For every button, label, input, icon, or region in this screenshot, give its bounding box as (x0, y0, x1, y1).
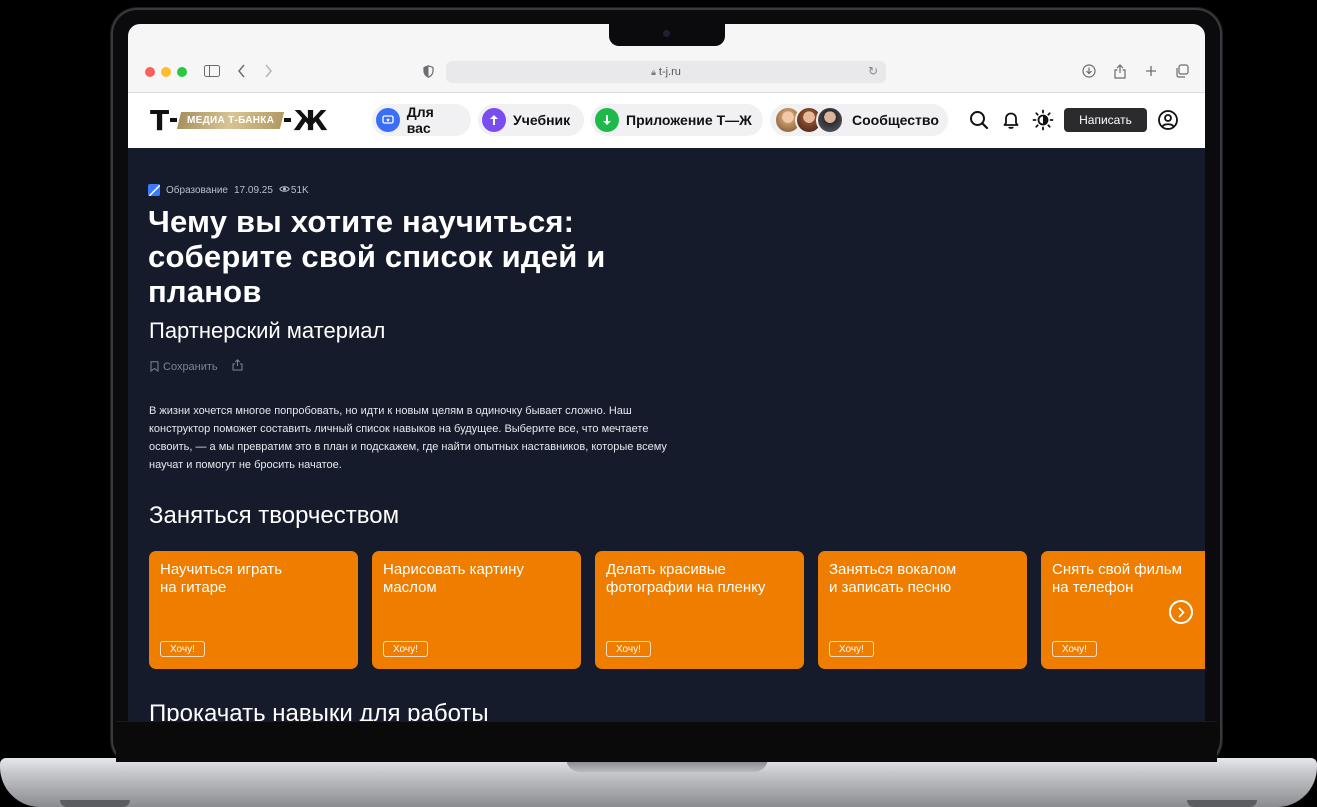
want-button[interactable]: Хочу! (1052, 641, 1097, 657)
back-icon[interactable] (232, 61, 252, 81)
camera (663, 30, 670, 37)
article-meta: Образование 17.09.25 51K (148, 184, 309, 196)
nav-community[interactable]: Сообщество (770, 104, 948, 136)
section-title: Заняться творчеством (149, 502, 400, 529)
bookmark-icon (150, 361, 159, 372)
goal-card[interactable]: Заняться вокалом и записать песню Хочу! (818, 551, 1027, 669)
nav-community-label: Сообщество (852, 112, 939, 128)
laptop-chin (116, 721, 1217, 762)
goal-card-title: Заняться вокалом и записать песню (829, 561, 957, 596)
site-logo[interactable]: Т МЕДИА Т-БАНКА Ж (150, 104, 328, 137)
community-avatars (774, 106, 844, 134)
nav-app-label: Приложение Т—Ж (626, 112, 752, 128)
search-icon[interactable] (967, 108, 991, 132)
views-icon (279, 185, 290, 196)
reload-icon[interactable]: ↻ (868, 64, 878, 78)
chevron-right-icon (1178, 606, 1185, 618)
downloads-icon[interactable] (1079, 61, 1099, 81)
laptop-foot-right (1187, 800, 1257, 807)
logo-dash (284, 118, 292, 122)
category-icon (148, 184, 160, 196)
article-category[interactable]: Образование (166, 185, 228, 196)
article-actions: Сохранить (150, 359, 243, 374)
write-button[interactable]: Написать (1064, 108, 1147, 132)
download-icon (595, 108, 619, 132)
avatar (816, 106, 844, 134)
article-subtitle: Партнерский материал (149, 318, 386, 343)
want-button[interactable]: Хочу! (606, 641, 651, 657)
article-lead: В жизни хочется многое попробовать, но и… (149, 405, 667, 471)
save-label: Сохранить (163, 360, 218, 373)
camera-notch (609, 24, 725, 46)
logo-letter-t: Т (150, 103, 169, 137)
privacy-shield-icon[interactable] (418, 61, 438, 81)
article-views: 51K (290, 184, 309, 196)
nav-textbook-label: Учебник (513, 112, 571, 128)
lock-icon: 🔒︎ (651, 66, 656, 77)
nav-app[interactable]: Приложение Т—Ж (591, 104, 763, 136)
article-date: 17.09.25 (233, 184, 273, 196)
nav-for-you-label: Для вас (406, 104, 434, 136)
goal-card[interactable]: Нарисовать картину маслом Хочу! (372, 551, 581, 669)
goal-card-title: Снять свой фильм на телефон (1052, 561, 1182, 596)
want-button[interactable]: Хочу! (383, 641, 428, 657)
new-tab-icon[interactable] (1141, 61, 1161, 81)
profile-icon[interactable] (1156, 108, 1180, 132)
url-text: t-j.ru (658, 66, 681, 78)
sidebar-toggle-icon[interactable] (202, 61, 222, 81)
share-article-icon[interactable] (232, 359, 243, 374)
bell-icon[interactable] (999, 108, 1023, 132)
want-button[interactable]: Хочу! (160, 641, 205, 657)
nav-textbook[interactable]: Учебник (478, 104, 584, 136)
logo-dash (170, 118, 178, 122)
card-carousel: Научиться играть на гитаре Хочу! Нарисов… (149, 551, 1205, 669)
goal-card-title: Научиться играть на гитаре (160, 561, 283, 596)
goal-card-title: Нарисовать картину маслом (383, 561, 524, 596)
tab-overview-icon[interactable] (1172, 61, 1192, 81)
window-controls (145, 67, 187, 77)
forward-icon[interactable] (258, 61, 278, 81)
minimize-window-button[interactable] (161, 67, 171, 77)
site-header: Т МЕДИА Т-БАНКА Ж Для вас Учебник Прилож… (128, 93, 1205, 148)
zoom-window-button[interactable] (177, 67, 187, 77)
theme-toggle-icon[interactable] (1031, 108, 1055, 132)
section-title: Прокачать навыки для работы (149, 700, 489, 721)
nav-for-you[interactable]: Для вас (372, 104, 471, 136)
for-you-icon (376, 108, 400, 132)
save-button[interactable]: Сохранить (150, 361, 218, 373)
textbook-icon (482, 108, 506, 132)
laptop-screen: 🔒︎ t-j.ru ↻ Т МЕДИА Т-БАНКА Ж Для вас Уч… (128, 24, 1205, 721)
article-title: Чему вы хотите научиться: соберите свой … (148, 204, 606, 309)
goal-card[interactable]: Делать красивые фотографии на пленку Хоч… (595, 551, 804, 669)
logo-ribbon: МЕДИА Т-БАНКА (176, 111, 285, 129)
goal-card-title: Делать красивые фотографии на пленку (606, 561, 766, 596)
carousel-next-button[interactable] (1169, 600, 1193, 624)
address-bar[interactable]: 🔒︎ t-j.ru ↻ (446, 61, 886, 83)
logo-ribbon-text: МЕДИА Т-БАНКА (187, 114, 275, 126)
logo-letter-zh: Ж (293, 103, 328, 137)
close-window-button[interactable] (145, 67, 155, 77)
laptop-foot-left (60, 800, 130, 807)
share-icon[interactable] (1110, 61, 1130, 81)
goal-card[interactable]: Научиться играть на гитаре Хочу! (149, 551, 358, 669)
want-button[interactable]: Хочу! (829, 641, 874, 657)
